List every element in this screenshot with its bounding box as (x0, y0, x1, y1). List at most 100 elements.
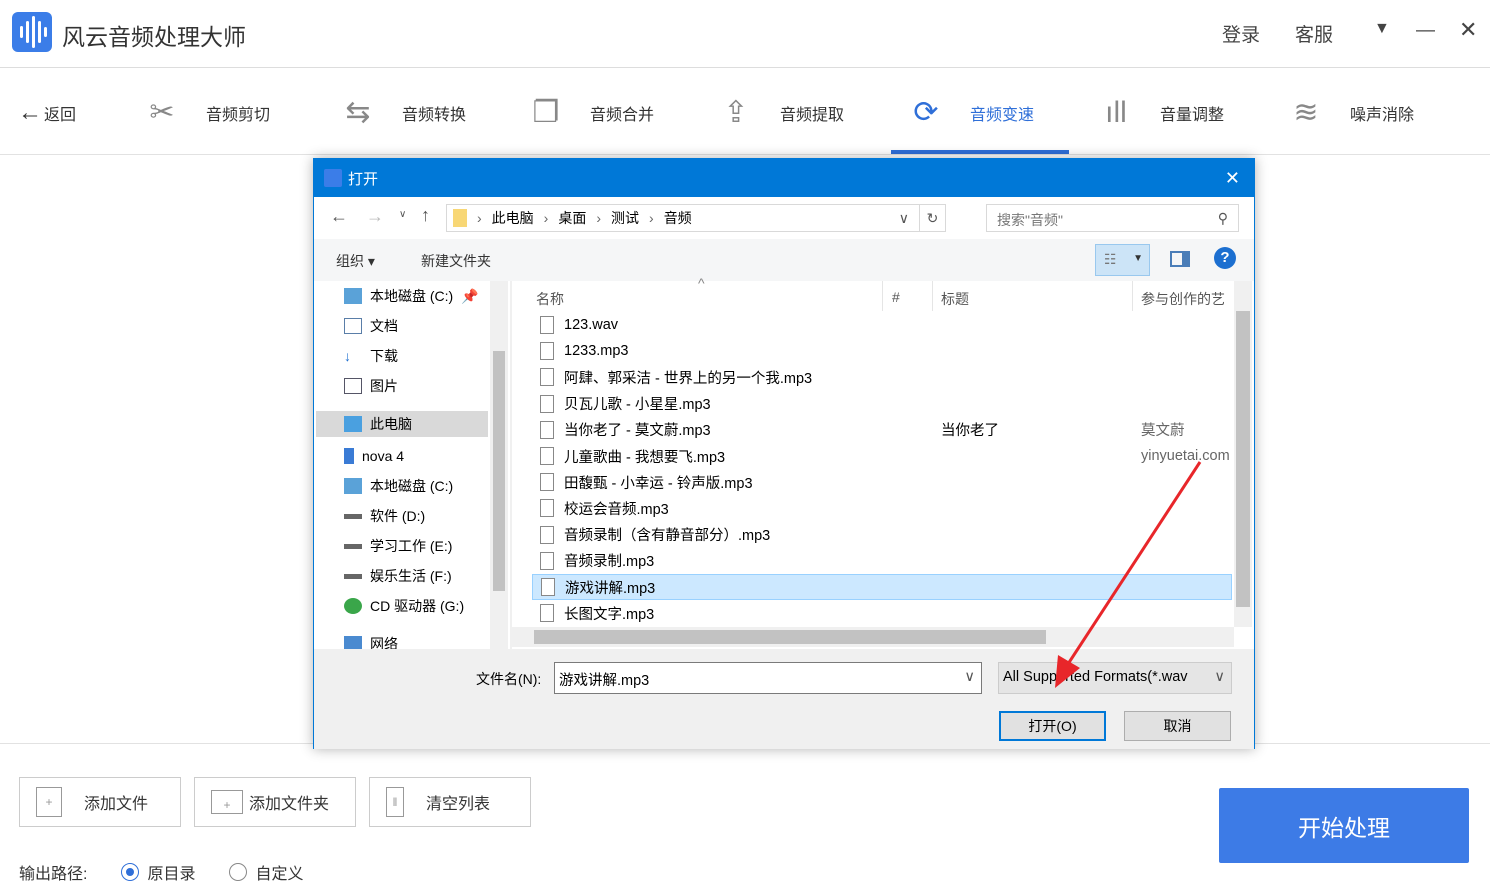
add-folder-button[interactable]: + 添加文件夹 (194, 777, 356, 827)
nav-item[interactable]: CD 驱动器 (G:) (344, 593, 464, 619)
recent-chevron-icon[interactable]: ∨ (399, 209, 406, 220)
file-row[interactable]: 阿肆、郭采洁 - 世界上的另一个我.mp3 (532, 364, 1232, 390)
horizontal-scrollbar[interactable] (512, 627, 1234, 647)
file-row[interactable]: 长图文字.mp3 (532, 600, 1232, 626)
file-icon (540, 368, 554, 387)
breadcrumb-dropdown-icon[interactable]: ∨ (899, 210, 909, 227)
breadcrumb-item[interactable]: 音频 (664, 208, 692, 228)
tool-volume[interactable]: ıll 音量调整 (1096, 70, 1224, 155)
breadcrumb-item[interactable]: 桌面 (558, 208, 586, 228)
radio-original-dir[interactable] (121, 863, 140, 881)
refresh-icon[interactable]: ↻ (919, 205, 945, 231)
noise-icon: ≋ (1293, 96, 1319, 129)
file-icon (541, 578, 555, 596)
tool-denoise[interactable]: ≋ 噪声消除 (1286, 70, 1414, 155)
new-folder-button[interactable]: 新建文件夹 (421, 251, 491, 271)
login-link[interactable]: 登录 (1222, 20, 1260, 47)
tool-label: 音频转换 (402, 106, 467, 124)
app-small-icon (324, 169, 342, 187)
nav-label: 文档 (370, 318, 398, 334)
tool-speed[interactable]: ⟳ 音频变速 (906, 70, 1034, 155)
file-artist: 莫文蔚 (1141, 423, 1185, 440)
tool-label: 音量调整 (1160, 106, 1225, 124)
dialog-titlebar: 打开 ✕ (314, 159, 1254, 197)
upload-icon: ⇪ (723, 96, 749, 129)
file-row[interactable]: 当你老了 - 莫文蔚.mp3 当你老了 莫文蔚 (532, 417, 1232, 443)
dialog-footer: 文件名(N): 游戏讲解.mp3 ∨ All Supported Formats(… (314, 649, 1254, 749)
file-row[interactable]: 1233.mp3 (532, 338, 1232, 364)
file-name: 长图文字.mp3 (564, 606, 655, 623)
column-headers: 名称 ^ # 标题 参与创作的艺 (512, 275, 1235, 311)
drive-icon (344, 478, 362, 494)
search-input[interactable]: 搜索"音频" ⚲ (986, 204, 1239, 232)
output-path-row: 输出路径: 原目录 自定义 (19, 860, 303, 884)
file-row[interactable]: 儿童歌曲 - 我想要飞.mp3 yinyuetai.com (532, 443, 1232, 469)
nav-item[interactable]: 本地磁盘 (C:) (344, 473, 453, 499)
file-name: 田馥甄 - 小幸运 - 铃声版.mp3 (564, 475, 753, 492)
file-icon (540, 499, 554, 518)
file-row[interactable]: 123.wav (532, 312, 1232, 338)
file-row[interactable]: 音频录制.mp3 (532, 548, 1232, 574)
minimize-icon[interactable]: — (1416, 20, 1435, 42)
breadcrumb[interactable]: › 此电脑 › 桌面 › 测试 › 音频 ∨ ↻ (446, 204, 946, 232)
file-type-select[interactable]: All Supported Formats(*.wav ∨ (998, 662, 1232, 694)
start-button[interactable]: 开始处理 (1219, 788, 1469, 863)
tool-cut[interactable]: ✂ 音频剪切 (142, 70, 270, 155)
breadcrumb-item[interactable]: 此电脑 (492, 208, 534, 228)
nav-item[interactable]: 软件 (D:) (344, 503, 425, 529)
column-name[interactable]: 名称 (536, 289, 564, 309)
organize-menu[interactable]: 组织 ▾ (336, 251, 375, 271)
open-button[interactable]: 打开(O) (999, 711, 1106, 741)
file-row[interactable]: 游戏讲解.mp3 (532, 574, 1232, 600)
nav-label: 下载 (370, 348, 398, 364)
nav-item[interactable]: ↓ 下载 (344, 343, 398, 369)
file-row[interactable]: 贝瓦儿歌 - 小星星.mp3 (532, 391, 1232, 417)
file-row[interactable]: 校运会音频.mp3 (532, 495, 1232, 521)
up-arrow-icon[interactable]: ↑ (421, 205, 430, 226)
menu-dropdown-icon[interactable]: ▼ (1374, 20, 1390, 38)
tool-merge[interactable]: ❐ 音频合并 (526, 70, 654, 155)
nav-scrollbar[interactable] (490, 281, 508, 649)
radio-custom[interactable] (229, 863, 248, 881)
navigation-pane: 本地磁盘 (C:) 📌 文档 ↓ 下载 图片 此电脑 nova 4 本地磁盘 (C:… (314, 281, 510, 649)
vertical-scrollbar[interactable] (1234, 281, 1252, 627)
address-bar-row: ← → ∨ ↑ › 此电脑 › 桌面 › 测试 › 音频 ∨ ↻ 搜索"音频" ⚲ (314, 197, 1254, 239)
tool-label: 音频剪切 (206, 106, 271, 124)
tool-extract[interactable]: ⇪ 音频提取 (716, 70, 844, 155)
clear-list-button[interactable]: ‖ 清空列表 (369, 777, 531, 827)
nav-item[interactable]: 本地磁盘 (C:) 📌 (344, 283, 479, 309)
filename-label: 文件名(N): (476, 671, 542, 687)
column-title[interactable]: 标题 (941, 289, 969, 309)
file-row[interactable]: 音频录制（含有静音部分）.mp3 (532, 522, 1232, 548)
nav-item[interactable]: 学习工作 (E:) (344, 533, 452, 559)
column-artist[interactable]: 参与创作的艺 (1141, 289, 1235, 309)
preview-pane-icon[interactable] (1170, 251, 1190, 267)
filename-input[interactable]: 游戏讲解.mp3 ∨ (554, 662, 982, 694)
nav-item[interactable]: nova 4 (344, 443, 404, 469)
column-number[interactable]: # (892, 289, 900, 305)
nav-item-this-pc[interactable]: 此电脑 (316, 411, 488, 437)
nav-item[interactable]: 娱乐生活 (F:) (344, 563, 452, 589)
nav-label: 网络 (370, 636, 398, 649)
nav-item[interactable]: 文档 (344, 313, 398, 339)
file-row[interactable]: 田馥甄 - 小幸运 - 铃声版.mp3 (532, 469, 1232, 495)
tool-nav: ← 返回 ✂ 音频剪切 ⇆ 音频转换 ❐ 音频合并 ⇪ 音频提取 ⟳ 音频变速 ıll 音量调… (0, 70, 1490, 155)
nav-item[interactable]: 图片 (344, 373, 398, 399)
back-arrow-icon[interactable]: ← (330, 206, 348, 227)
back-button[interactable]: ← 返回 (18, 70, 76, 155)
tool-convert[interactable]: ⇆ 音频转换 (338, 70, 466, 155)
help-icon[interactable]: ? (1214, 247, 1236, 269)
file-icon (540, 525, 554, 544)
service-link[interactable]: 客服 (1295, 20, 1333, 47)
add-file-button[interactable]: + 添加文件 (19, 777, 181, 827)
close-icon[interactable]: ✕ (1459, 17, 1477, 43)
cancel-button[interactable]: 取消 (1124, 711, 1231, 741)
dialog-close-icon[interactable]: ✕ (1225, 168, 1240, 189)
view-options-button[interactable]: ☷ ▼ (1095, 244, 1150, 276)
filter-value: All Supported Formats(*.wav (1003, 669, 1188, 685)
forward-arrow-icon[interactable]: → (366, 206, 384, 227)
file-title: 当你老了 (941, 423, 999, 440)
nav-item[interactable]: 网络 (344, 631, 398, 649)
breadcrumb-item[interactable]: 测试 (611, 208, 639, 228)
nav-label: 此电脑 (370, 416, 412, 432)
